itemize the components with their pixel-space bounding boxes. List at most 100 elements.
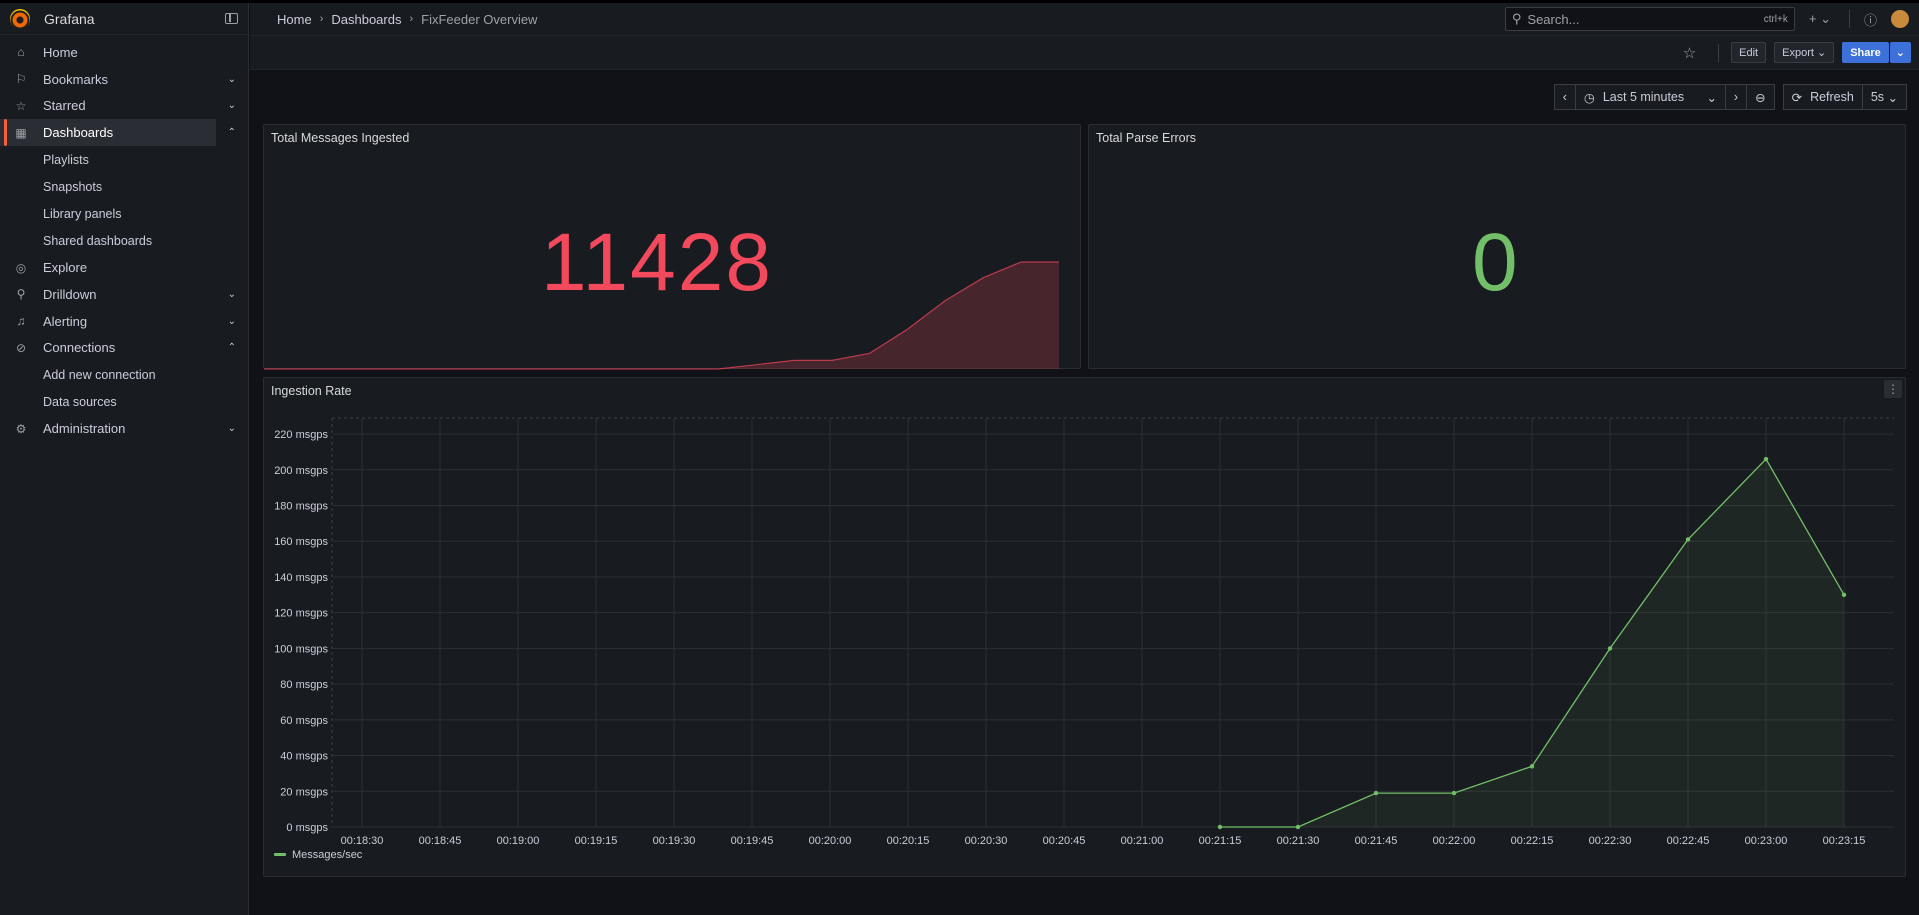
- y-tick-label: 200 msgps: [274, 465, 328, 477]
- time-forward-button[interactable]: ›: [1725, 84, 1748, 110]
- sidebar-item-alerting[interactable]: ♫ Alerting ⌄: [0, 308, 248, 335]
- x-tick-label: 00:23:00: [1745, 835, 1788, 847]
- avatar[interactable]: [1891, 10, 1909, 28]
- sidebar-subitem-data-sources[interactable]: Data sources: [0, 388, 248, 415]
- legend-label: Messages/sec: [292, 849, 363, 861]
- chevron-down-icon[interactable]: ⌄: [228, 316, 236, 327]
- bookmark-icon: ⚐: [15, 72, 27, 87]
- data-point: [1295, 824, 1301, 830]
- home-icon: ⌂: [17, 45, 25, 60]
- sidebar-item-label: Explore: [43, 260, 88, 276]
- chevron-up-icon[interactable]: ⌃: [228, 342, 236, 353]
- divider: [1718, 43, 1720, 62]
- refresh-button[interactable]: ⟳ Refresh: [1782, 84, 1863, 110]
- sidebar-item-label: Drilldown: [43, 286, 97, 302]
- y-tick-label: 80 msgps: [280, 679, 328, 691]
- y-tick-label: 0 msgps: [286, 822, 328, 834]
- chevron-down-icon[interactable]: ⌄: [228, 423, 236, 434]
- chevron-down-icon: ⌄: [1706, 90, 1717, 105]
- x-tick-label: 00:22:00: [1433, 835, 1476, 847]
- refresh-interval-picker[interactable]: 5s ⌄: [1862, 84, 1907, 110]
- data-point: [1373, 790, 1379, 796]
- sidebar-item-drilldown[interactable]: ⚲ Drilldown ⌄: [0, 281, 248, 308]
- breadcrumb-home[interactable]: Home: [277, 12, 312, 27]
- breadcrumb-current: FixFeeder Overview: [421, 11, 538, 27]
- panel-parse-errors[interactable]: Total Parse Errors 0: [1088, 124, 1906, 369]
- panel-total-messages[interactable]: Total Messages Ingested 11428: [263, 124, 1081, 370]
- data-point: [1607, 646, 1613, 651]
- y-tick-label: 140 msgps: [274, 572, 328, 584]
- clock-icon: ◷: [1583, 90, 1595, 105]
- dock-menu-icon[interactable]: [225, 13, 238, 24]
- sidebar-item-explore[interactable]: ◎ Explore: [0, 254, 248, 281]
- help-icon[interactable]: ⓘ: [1864, 10, 1877, 29]
- x-tick-label: 00:22:30: [1589, 835, 1632, 847]
- sidebar-item-label: Alerting: [43, 313, 88, 329]
- stat-value: 11428: [541, 217, 773, 308]
- sidebar-subitem-playlists[interactable]: Playlists: [0, 146, 248, 173]
- sidebar-item-label: Connections: [43, 340, 116, 356]
- share-button[interactable]: Share: [1842, 42, 1889, 63]
- zoom-out-button[interactable]: ⊖: [1747, 84, 1775, 110]
- gear-icon: ⚙: [15, 421, 27, 436]
- sidebar-item-starred[interactable]: ☆ Starred ⌄: [0, 93, 248, 120]
- time-back-button[interactable]: ‹: [1553, 84, 1576, 110]
- data-point: [1763, 456, 1769, 462]
- time-range-picker[interactable]: ◷ Last 5 minutes ⌄: [1575, 84, 1726, 110]
- divider: [1848, 10, 1850, 28]
- share-menu-button[interactable]: ⌄: [1889, 42, 1911, 63]
- chevron-down-icon[interactable]: ⌄: [228, 289, 236, 300]
- y-tick-label: 120 msgps: [274, 608, 328, 620]
- link-icon: ⊘: [15, 340, 27, 355]
- x-tick-label: 00:21:15: [1199, 835, 1242, 847]
- sidebar-item-connections[interactable]: ⊘ Connections ⌃: [0, 335, 248, 362]
- search-placeholder: Search...: [1527, 11, 1580, 27]
- x-tick-label: 00:18:45: [419, 835, 462, 847]
- sidebar-nav: ⌂ Home ⚐ Bookmarks ⌄ ☆ Starred ⌄ ▦ Dashboards ⌃ Pla…: [0, 35, 248, 442]
- sidebar-item-bookmarks[interactable]: ⚐ Bookmarks ⌄: [0, 66, 248, 93]
- x-tick-label: 00:19:00: [497, 835, 540, 847]
- sidebar-item-label: Home: [43, 44, 78, 60]
- panel-ingestion-rate[interactable]: Ingestion Rate ⋮ 0 msgps 20 msgps 40 msgps…: [263, 377, 1906, 877]
- x-tick-label: 00:20:30: [965, 835, 1008, 847]
- x-tick-label: 00:19:30: [653, 835, 696, 847]
- sidebar-subitem-add-new-connection[interactable]: Add new connection: [0, 361, 248, 388]
- chevron-down-icon[interactable]: ⌄: [228, 74, 236, 85]
- search-input[interactable]: ⚲ Search... ctrl+k: [1504, 7, 1795, 31]
- sidebar-item-label: Shared dashboards: [43, 233, 153, 248]
- x-tick-label: 00:18:30: [341, 835, 384, 847]
- y-tick-label: 100 msgps: [274, 643, 328, 655]
- y-tick-label: 220 msgps: [274, 429, 328, 441]
- sidebar-item-label: Administration: [43, 421, 126, 437]
- sidebar-subitem-shared-dashboards[interactable]: Shared dashboards: [0, 227, 248, 254]
- sidebar-item-label: Library panels: [43, 206, 122, 221]
- grafana-app: Grafana ⌂ Home ⚐ Bookmarks ⌄ ☆ Starred ⌄ ▦ Dashbo…: [0, 0, 1919, 915]
- microscope-icon: ⚲: [16, 287, 26, 302]
- time-range-label: Last 5 minutes: [1602, 90, 1685, 104]
- sidebar-item-label: Add new connection: [43, 367, 156, 382]
- sidebar-item-administration[interactable]: ⚙ Administration ⌄: [0, 415, 248, 442]
- chevron-down-icon[interactable]: ⌄: [228, 100, 236, 111]
- y-tick-label: 20 msgps: [280, 786, 328, 798]
- sidebar-item-label: Bookmarks: [43, 71, 109, 87]
- data-point: [1685, 537, 1691, 542]
- sidebar-item-label: Dashboards: [43, 125, 114, 141]
- time-controls: ‹ ◷ Last 5 minutes ⌄ › ⊖ ⟳ Refresh 5s ⌄: [1553, 84, 1907, 110]
- star-icon[interactable]: ☆: [1683, 44, 1696, 62]
- export-button[interactable]: Export ⌄: [1774, 42, 1835, 63]
- edit-button[interactable]: Edit: [1731, 42, 1767, 63]
- sidebar-item-dashboards[interactable]: ▦ Dashboards ⌃: [0, 119, 236, 147]
- sidebar-subitem-snapshots[interactable]: Snapshots: [0, 173, 248, 200]
- x-tick-label: 00:20:15: [887, 835, 930, 847]
- data-point: [1529, 764, 1535, 769]
- chevron-up-icon[interactable]: ⌃: [228, 127, 236, 138]
- grafana-logo-icon[interactable]: [10, 8, 30, 29]
- x-tick-label: 00:20:00: [809, 835, 852, 847]
- plus-icon[interactable]: + ⌄: [1809, 11, 1831, 27]
- sidebar-item-home[interactable]: ⌂ Home: [0, 39, 248, 66]
- star-icon: ☆: [15, 98, 27, 113]
- sidebar-subitem-library-panels[interactable]: Library panels: [0, 200, 248, 227]
- refresh-interval-label: 5s: [1870, 90, 1885, 104]
- data-point: [1841, 592, 1847, 598]
- breadcrumb-dashboards[interactable]: Dashboards: [331, 12, 401, 27]
